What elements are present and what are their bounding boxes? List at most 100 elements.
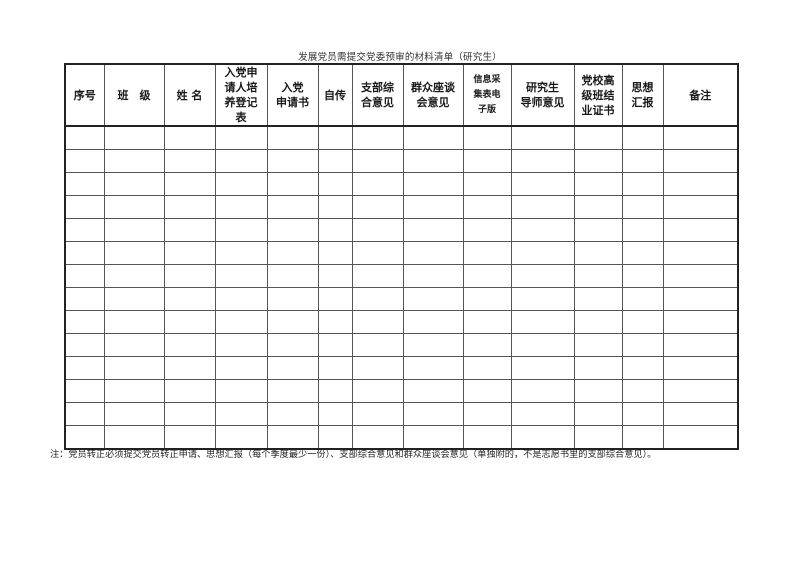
cell-mass-opinion[interactable] bbox=[402, 195, 464, 219]
cell-mass-opinion[interactable] bbox=[402, 402, 464, 426]
cell-info-form[interactable] bbox=[462, 356, 512, 380]
cell-autobiography[interactable] bbox=[317, 402, 353, 426]
cell-remarks[interactable] bbox=[662, 310, 739, 334]
cell-branch-opinion[interactable] bbox=[351, 310, 404, 334]
cell-seq[interactable] bbox=[64, 125, 105, 150]
cell-thought-report[interactable] bbox=[621, 125, 664, 150]
cell-thought-report[interactable] bbox=[621, 379, 664, 403]
cell-thought-report[interactable] bbox=[621, 218, 664, 242]
cell-training-form[interactable] bbox=[214, 310, 268, 334]
cell-info-form[interactable] bbox=[462, 264, 512, 288]
cell-training-form[interactable] bbox=[214, 125, 268, 150]
cell-seq[interactable] bbox=[64, 402, 105, 426]
cell-name[interactable] bbox=[163, 379, 216, 403]
cell-application[interactable] bbox=[266, 125, 319, 150]
cell-training-form[interactable] bbox=[214, 241, 268, 265]
cell-class[interactable] bbox=[103, 195, 165, 219]
cell-party-school-cert[interactable] bbox=[573, 218, 623, 242]
cell-autobiography[interactable] bbox=[317, 333, 353, 357]
cell-party-school-cert[interactable] bbox=[573, 125, 623, 150]
cell-application[interactable] bbox=[266, 402, 319, 426]
cell-autobiography[interactable] bbox=[317, 195, 353, 219]
cell-remarks[interactable] bbox=[662, 241, 739, 265]
cell-application[interactable] bbox=[266, 172, 319, 196]
cell-thought-report[interactable] bbox=[621, 310, 664, 334]
cell-branch-opinion[interactable] bbox=[351, 333, 404, 357]
cell-name[interactable] bbox=[163, 287, 216, 311]
cell-supervisor-opinion[interactable] bbox=[510, 172, 575, 196]
cell-remarks[interactable] bbox=[662, 125, 739, 150]
cell-seq[interactable] bbox=[64, 379, 105, 403]
cell-application[interactable] bbox=[266, 287, 319, 311]
cell-thought-report[interactable] bbox=[621, 172, 664, 196]
cell-training-form[interactable] bbox=[214, 402, 268, 426]
cell-mass-opinion[interactable] bbox=[402, 218, 464, 242]
cell-class[interactable] bbox=[103, 241, 165, 265]
cell-info-form[interactable] bbox=[462, 241, 512, 265]
cell-application[interactable] bbox=[266, 310, 319, 334]
cell-application[interactable] bbox=[266, 218, 319, 242]
cell-thought-report[interactable] bbox=[621, 264, 664, 288]
cell-training-form[interactable] bbox=[214, 218, 268, 242]
cell-remarks[interactable] bbox=[662, 333, 739, 357]
cell-seq[interactable] bbox=[64, 310, 105, 334]
cell-training-form[interactable] bbox=[214, 149, 268, 173]
cell-application[interactable] bbox=[266, 241, 319, 265]
cell-application[interactable] bbox=[266, 333, 319, 357]
cell-supervisor-opinion[interactable] bbox=[510, 333, 575, 357]
cell-class[interactable] bbox=[103, 125, 165, 150]
cell-thought-report[interactable] bbox=[621, 333, 664, 357]
cell-class[interactable] bbox=[103, 149, 165, 173]
cell-mass-opinion[interactable] bbox=[402, 333, 464, 357]
cell-autobiography[interactable] bbox=[317, 172, 353, 196]
cell-autobiography[interactable] bbox=[317, 149, 353, 173]
cell-supervisor-opinion[interactable] bbox=[510, 218, 575, 242]
cell-class[interactable] bbox=[103, 287, 165, 311]
cell-seq[interactable] bbox=[64, 195, 105, 219]
cell-remarks[interactable] bbox=[662, 149, 739, 173]
cell-thought-report[interactable] bbox=[621, 241, 664, 265]
cell-training-form[interactable] bbox=[214, 195, 268, 219]
cell-branch-opinion[interactable] bbox=[351, 218, 404, 242]
cell-branch-opinion[interactable] bbox=[351, 287, 404, 311]
cell-supervisor-opinion[interactable] bbox=[510, 379, 575, 403]
cell-seq[interactable] bbox=[64, 287, 105, 311]
cell-training-form[interactable] bbox=[214, 264, 268, 288]
cell-mass-opinion[interactable] bbox=[402, 356, 464, 380]
cell-thought-report[interactable] bbox=[621, 149, 664, 173]
cell-branch-opinion[interactable] bbox=[351, 264, 404, 288]
cell-supervisor-opinion[interactable] bbox=[510, 310, 575, 334]
cell-mass-opinion[interactable] bbox=[402, 172, 464, 196]
cell-mass-opinion[interactable] bbox=[402, 149, 464, 173]
cell-name[interactable] bbox=[163, 333, 216, 357]
cell-name[interactable] bbox=[163, 264, 216, 288]
cell-seq[interactable] bbox=[64, 149, 105, 173]
cell-autobiography[interactable] bbox=[317, 218, 353, 242]
cell-branch-opinion[interactable] bbox=[351, 241, 404, 265]
cell-training-form[interactable] bbox=[214, 356, 268, 380]
cell-name[interactable] bbox=[163, 402, 216, 426]
cell-info-form[interactable] bbox=[462, 195, 512, 219]
cell-party-school-cert[interactable] bbox=[573, 402, 623, 426]
cell-class[interactable] bbox=[103, 356, 165, 380]
cell-autobiography[interactable] bbox=[317, 264, 353, 288]
cell-training-form[interactable] bbox=[214, 333, 268, 357]
cell-name[interactable] bbox=[163, 125, 216, 150]
cell-class[interactable] bbox=[103, 310, 165, 334]
cell-supervisor-opinion[interactable] bbox=[510, 402, 575, 426]
cell-info-form[interactable] bbox=[462, 125, 512, 150]
cell-mass-opinion[interactable] bbox=[402, 125, 464, 150]
cell-supervisor-opinion[interactable] bbox=[510, 195, 575, 219]
cell-application[interactable] bbox=[266, 356, 319, 380]
cell-remarks[interactable] bbox=[662, 356, 739, 380]
cell-supervisor-opinion[interactable] bbox=[510, 356, 575, 380]
cell-branch-opinion[interactable] bbox=[351, 379, 404, 403]
cell-seq[interactable] bbox=[64, 218, 105, 242]
cell-supervisor-opinion[interactable] bbox=[510, 241, 575, 265]
cell-autobiography[interactable] bbox=[317, 287, 353, 311]
cell-info-form[interactable] bbox=[462, 402, 512, 426]
cell-info-form[interactable] bbox=[462, 379, 512, 403]
cell-autobiography[interactable] bbox=[317, 125, 353, 150]
cell-remarks[interactable] bbox=[662, 195, 739, 219]
cell-mass-opinion[interactable] bbox=[402, 310, 464, 334]
